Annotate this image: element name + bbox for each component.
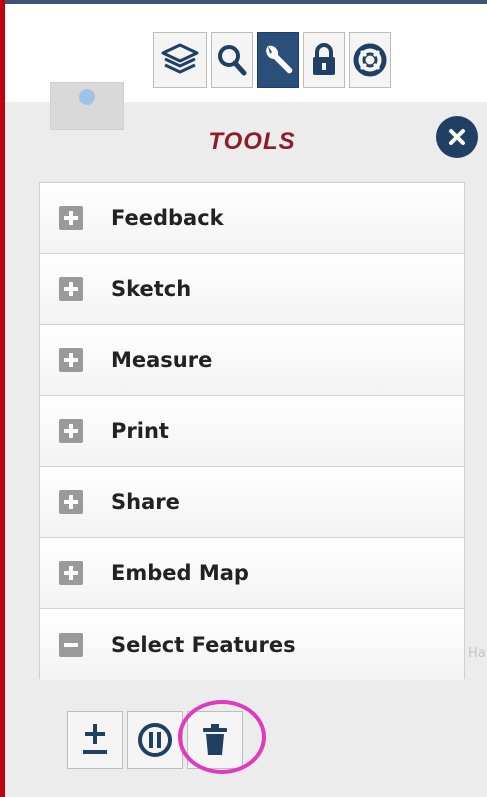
expand-plus-icon (59, 490, 83, 514)
search-icon (218, 45, 247, 76)
tool-label: Select Features (111, 632, 296, 657)
expand-plus-icon (59, 348, 83, 372)
main-toolbar (153, 32, 391, 88)
tool-label: Share (111, 490, 180, 514)
collapse-minus-icon (59, 632, 83, 657)
wrench-icon (266, 45, 293, 74)
lifebuoy-icon (353, 43, 387, 77)
layers-button[interactable] (153, 32, 207, 88)
expand-plus-icon (59, 419, 83, 443)
panel-title: TOOLS (208, 128, 296, 155)
tool-item-feedback[interactable]: Feedback (40, 183, 464, 254)
top-bar-line (0, 0, 487, 4)
lock-button[interactable] (303, 32, 345, 88)
expand-plus-icon (59, 277, 83, 301)
tool-item-share[interactable]: Share (40, 467, 464, 538)
close-panel-button[interactable] (436, 116, 478, 158)
tool-label: Embed Map (111, 561, 249, 585)
search-button[interactable] (211, 32, 253, 88)
pause-icon (138, 723, 172, 757)
layers-icon (161, 43, 199, 74)
map-marker (79, 89, 95, 105)
pause-selection-button[interactable] (127, 711, 183, 769)
add-remove-selection-button[interactable] (67, 711, 123, 769)
expand-plus-icon (59, 561, 83, 585)
clear-selection-button[interactable] (187, 711, 243, 769)
plus-minus-icon (83, 724, 107, 754)
map-thumbnail (50, 82, 124, 130)
tools-button[interactable] (257, 32, 299, 88)
close-icon (449, 129, 465, 145)
trash-icon (203, 724, 227, 755)
tool-label: Sketch (111, 277, 192, 301)
map-background-label: Ha (468, 646, 486, 661)
lock-icon (313, 43, 335, 75)
tool-item-select-features[interactable]: Select Features (40, 609, 464, 680)
tool-item-print[interactable]: Print (40, 396, 464, 467)
tool-item-sketch[interactable]: Sketch (40, 254, 464, 325)
tool-item-embed-map[interactable]: Embed Map (40, 538, 464, 609)
expand-plus-icon (59, 206, 83, 230)
tools-accordion: Feedback Sketch Measure Print Share Embe… (39, 182, 465, 680)
tool-label: Feedback (111, 206, 224, 230)
tool-item-measure[interactable]: Measure (40, 325, 464, 396)
tool-label: Measure (111, 348, 213, 372)
left-red-border (0, 0, 5, 797)
select-features-toolbar (67, 711, 243, 769)
tool-label: Print (111, 419, 169, 443)
help-button[interactable] (349, 32, 391, 88)
